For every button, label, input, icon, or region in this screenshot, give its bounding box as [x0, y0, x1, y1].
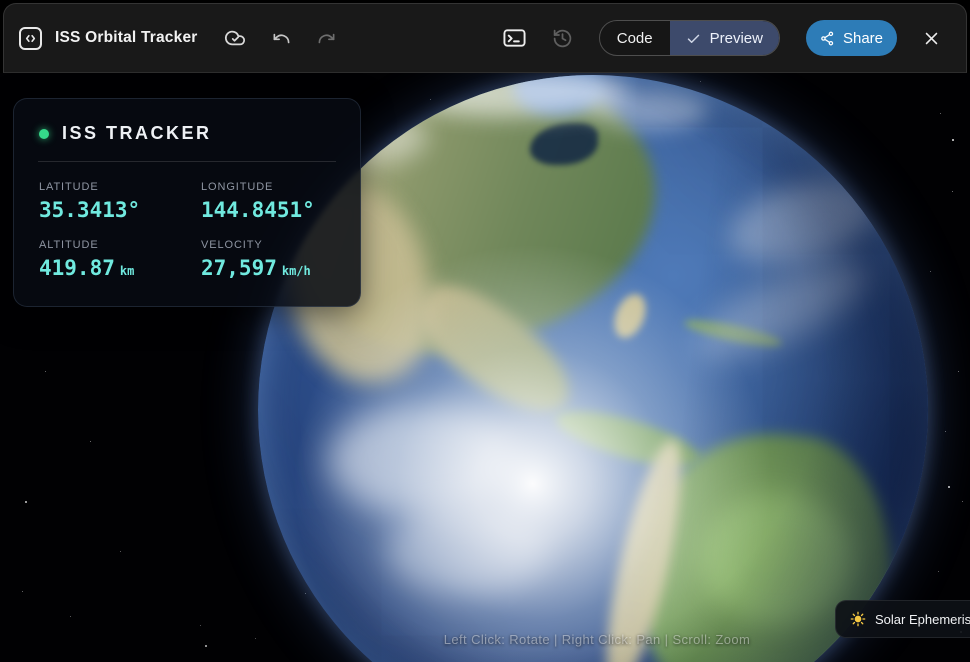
cloud-layer	[328, 405, 518, 515]
titlebar-left-group: ISS Orbital Tracker	[19, 26, 336, 50]
cloud-layer	[720, 166, 886, 279]
telemetry-grid: LATITUDE 35.3413° LONGITUDE 144.8451° AL…	[14, 181, 360, 280]
title-group: ISS Orbital Tracker	[19, 26, 198, 50]
field-label: LONGITUDE	[201, 181, 274, 193]
titlebar-right-group: Code Preview Share	[503, 20, 940, 56]
sun-icon	[850, 611, 866, 627]
andes-mountains	[591, 434, 697, 662]
iss-tracker-panel: ISS TRACKER LATITUDE 35.3413° LONGITUDE …	[13, 98, 361, 307]
solar-ephemeris-label: Solar Ephemeris: U	[875, 611, 970, 627]
region-mexico	[402, 269, 589, 432]
field-label: ALTITUDE	[39, 239, 99, 251]
starfield-bright	[0, 73, 2, 75]
field-value: 35.3413°	[39, 198, 141, 222]
share-button[interactable]: Share	[805, 20, 897, 56]
history-clock-icon[interactable]	[552, 28, 573, 49]
checkmark-icon	[686, 31, 701, 46]
tab-code[interactable]: Code	[600, 21, 670, 55]
divider	[38, 161, 336, 162]
field-altitude: ALTITUDE 419.87 km	[39, 239, 201, 280]
viewport-3d[interactable]: ISS TRACKER LATITUDE 35.3413° LONGITUDE …	[0, 73, 970, 662]
field-longitude: LONGITUDE 144.8451°	[201, 181, 335, 222]
cloud-layer	[388, 505, 548, 595]
great-lakes	[530, 123, 598, 165]
cloud-layer	[684, 242, 882, 378]
cloud-check-icon[interactable]	[224, 27, 246, 49]
solar-ephemeris-badge: Solar Ephemeris: U	[835, 600, 970, 638]
code-brackets-icon	[19, 26, 42, 50]
caribbean-islands	[682, 314, 784, 352]
terminal-icon[interactable]	[503, 28, 526, 48]
field-value: 144.8451°	[201, 198, 315, 222]
mouse-controls-hint: Left Click: Rotate | Right Click: Pan | …	[443, 632, 751, 647]
window-titlebar: ISS Orbital Tracker Code Preview Share	[3, 3, 967, 73]
tracker-title: ISS TRACKER	[62, 123, 212, 143]
region-central-america	[550, 400, 706, 478]
field-label: LATITUDE	[39, 181, 99, 193]
green-dot-icon	[39, 128, 49, 139]
tab-preview[interactable]: Preview	[669, 21, 779, 55]
field-latitude: LATITUDE 35.3413°	[39, 181, 201, 222]
field-unit: km	[119, 264, 135, 278]
tracker-header: ISS TRACKER	[14, 123, 360, 144]
amazon-basin	[703, 495, 853, 625]
field-velocity: VELOCITY 27,597 km/h	[201, 239, 335, 280]
florida-peninsula	[608, 289, 652, 343]
share-nodes-icon	[820, 31, 835, 46]
code-preview-toggle: Code Preview	[598, 20, 780, 56]
hudson-bay	[513, 75, 603, 115]
field-unit: km/h	[281, 264, 311, 278]
tab-code-label: Code	[616, 29, 653, 47]
tab-preview-label: Preview	[709, 29, 763, 47]
share-button-label: Share	[842, 29, 883, 47]
undo-arrow-icon[interactable]	[272, 29, 291, 48]
redo-arrow-icon[interactable]	[317, 29, 336, 48]
field-value: 419.87 km	[39, 256, 135, 280]
close-icon[interactable]	[923, 30, 940, 47]
cloud-layer	[588, 90, 708, 130]
field-label: VELOCITY	[201, 239, 263, 251]
field-value: 27,597 km/h	[201, 256, 311, 280]
window-title: ISS Orbital Tracker	[55, 29, 198, 46]
